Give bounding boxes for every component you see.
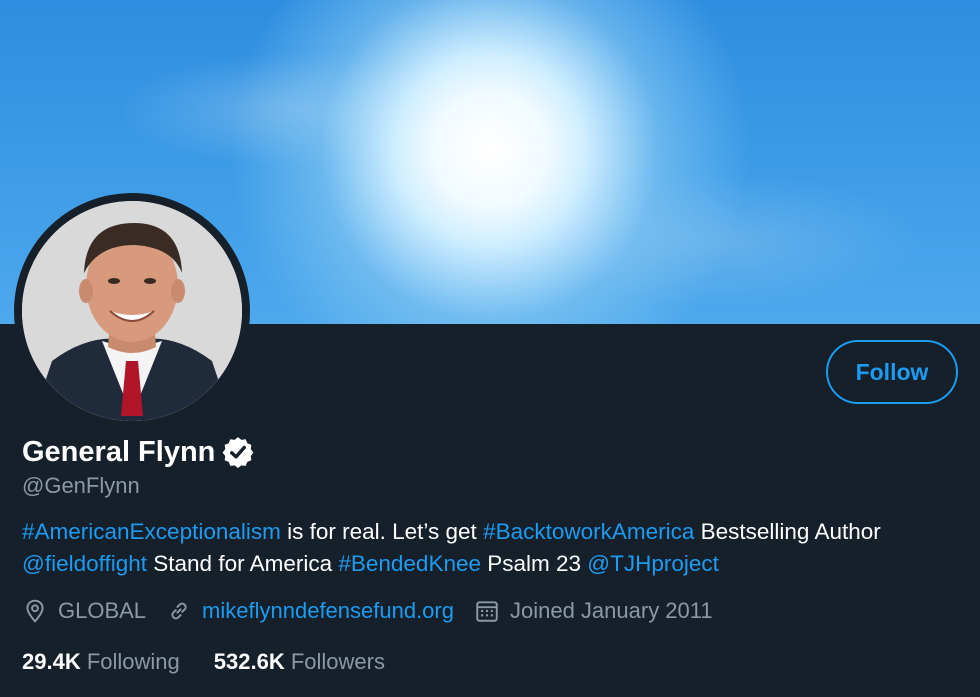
location-text: GLOBAL [58,598,147,623]
link-icon [171,602,187,620]
profile-bio: #AmericanExceptionalism is for real. Let… [22,516,942,580]
bio-text: Psalm 23 [481,551,588,576]
following-label: Following [86,649,180,674]
bio-hashtag-bendedknee[interactable]: #BendedKnee [338,551,481,576]
follow-button[interactable]: Follow [826,340,958,404]
display-name: General Flynn [22,435,216,468]
bio-text: Stand for America [147,551,339,576]
bio-hashtag-americanexceptionalism[interactable]: #AmericanExceptionalism [22,519,281,544]
avatar[interactable] [22,201,242,421]
followers-label: Followers [290,649,385,674]
location-pin-icon [26,599,44,623]
profile-meta: GLOBAL mikeflynndefensefund.org Joined J… [22,594,733,628]
profile-name-row: General Flynn [22,432,255,472]
bio-mention-tjhproject[interactable]: @TJHproject [587,551,719,576]
website-item[interactable]: mikeflynndefensefund.org [166,598,454,624]
location-item: GLOBAL [22,598,146,624]
bio-text: Bestselling Author [694,519,881,544]
calendar-icon [476,601,498,622]
followers-count: 532.6K [213,649,285,674]
website-link[interactable]: mikeflynndefensefund.org [202,598,454,624]
joined-item: Joined January 2011 [474,598,713,624]
profile-handle: @GenFlynn [22,473,140,498]
followers-stat[interactable]: 532.6K Followers [214,649,385,675]
profile-stats: 29.4K Following 532.6K Followers [22,646,419,678]
verified-badge-icon [221,435,255,469]
joined-text: Joined January 2011 [509,598,713,623]
following-stat[interactable]: 29.4K Following [22,649,180,675]
following-count: 29.4K [22,649,81,674]
bio-mention-fieldoffight[interactable]: @fieldoffight [22,551,147,576]
bio-text: is for real. Let’s get [280,519,484,544]
bio-hashtag-backtoworkamerica[interactable]: #BacktoworkAmerica [483,519,694,544]
avatar-portrait-image [22,201,242,421]
